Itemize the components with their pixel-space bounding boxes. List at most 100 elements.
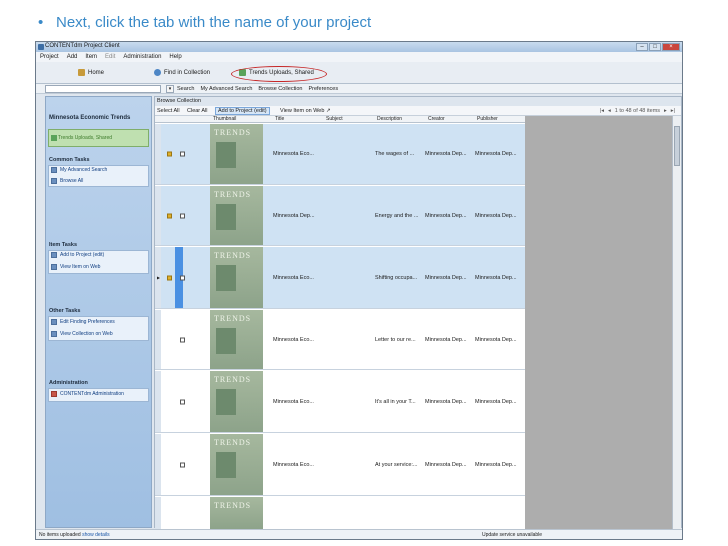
row-marker — [155, 497, 161, 529]
row-checkbox[interactable] — [180, 337, 185, 342]
column-creator[interactable]: Creator — [428, 116, 445, 122]
browse-collection-button[interactable]: Browse Collection — [258, 86, 302, 92]
thumbnail-image[interactable]: TRENDS — [210, 497, 263, 529]
view-item-on-web-button[interactable]: View Item on Web ↗ — [280, 108, 331, 114]
instruction-caption: • Next, click the tab with the name of yo… — [38, 14, 371, 31]
sidebar-item-label: Edit Finding Preferences — [60, 319, 115, 325]
row-checkbox[interactable] — [180, 151, 185, 157]
table-row[interactable]: TRENDS Minnesota Eco... It's all in your… — [155, 371, 525, 433]
column-description[interactable]: Description — [377, 116, 402, 122]
cell-description: Energy and the ... — [375, 212, 419, 219]
table-row[interactable]: TRENDS Minnesota Eco... Letter to our re… — [155, 310, 525, 370]
row-marker — [155, 186, 161, 245]
menu-edit[interactable]: Edit — [105, 54, 115, 60]
sidebar-item-add-to-project[interactable]: Add to Project (edit) — [51, 252, 104, 258]
administration-heading: Administration — [49, 380, 88, 386]
find-icon — [154, 69, 161, 76]
sidebar-item-view-collection-on-web[interactable]: View Collection on Web — [51, 331, 113, 337]
menu-item[interactable]: Item — [85, 54, 97, 60]
table-row[interactable]: TRENDS Minnesota Eco... The wages of ...… — [155, 124, 525, 185]
lock-icon — [167, 275, 172, 280]
sidebar-item-view-item-on-web[interactable]: View Item on Web — [51, 264, 100, 270]
show-details-link[interactable]: show details — [82, 532, 110, 538]
cell-creator: Minnesota Dep... — [425, 151, 467, 157]
grid-header: Thumbnail Title Subject Description Crea… — [155, 116, 525, 123]
select-all-button[interactable]: Select All — [157, 108, 180, 114]
cell-publisher: Minnesota Dep... — [475, 461, 517, 468]
sidebar-project-label: Trends Uploads, Shared — [58, 135, 113, 141]
row-marker — [155, 310, 161, 369]
search-dropdown-button[interactable]: ▾ — [166, 85, 174, 93]
sidebar-item-edit-finding-preferences[interactable]: Edit Finding Preferences — [51, 319, 115, 325]
bullet: • — [38, 14, 44, 31]
thumbnail-image[interactable]: TRENDS — [210, 124, 263, 184]
secondary-toolbar: ▾ Search My Advanced Search Browse Colle… — [36, 84, 682, 94]
row-checkbox[interactable] — [180, 213, 185, 218]
thumbnail-image[interactable]: TRENDS — [210, 434, 263, 495]
row-checkbox[interactable] — [180, 399, 185, 404]
next-page-icon[interactable]: ▸ — [664, 108, 667, 114]
menu-help[interactable]: Help — [169, 54, 181, 60]
preferences-button[interactable]: Preferences — [308, 86, 338, 92]
external-link-icon: ↗ — [325, 108, 331, 114]
thumbnail-text: TRENDS — [214, 251, 252, 260]
sidebar-item-my-advanced-search[interactable]: My Advanced Search — [51, 167, 107, 173]
column-publisher[interactable]: Publisher — [477, 116, 498, 122]
sidebar-item-browse-all[interactable]: Browse All — [51, 178, 83, 184]
search-button[interactable]: Search — [177, 86, 194, 92]
maximize-button[interactable]: □ — [649, 43, 661, 51]
close-button[interactable]: × — [662, 43, 680, 51]
web-icon — [51, 264, 57, 270]
thumbnail-image[interactable]: TRENDS — [210, 310, 263, 369]
thumbnail-picture — [216, 328, 236, 354]
sidebar-item-label: My Advanced Search — [60, 167, 108, 173]
search-input[interactable] — [45, 85, 161, 93]
first-page-icon[interactable]: |◂ — [600, 108, 604, 114]
cell-creator: Minnesota Dep... — [425, 274, 467, 281]
pager-text: 1 to 48 of 48 items — [614, 108, 661, 114]
pager: |◂ ◂ 1 to 48 of 48 items ▸ ▸| — [600, 108, 675, 114]
thumbnail-text: TRENDS — [214, 438, 252, 447]
lock-icon — [167, 151, 172, 157]
menu-project[interactable]: Project — [40, 54, 59, 60]
sidebar-item-label: View Collection on Web — [60, 331, 113, 337]
thumbnail-image[interactable]: TRENDS — [210, 186, 263, 245]
tab-home[interactable]: Home — [78, 69, 104, 76]
column-title[interactable]: Title — [275, 116, 284, 122]
common-tasks-heading: Common Tasks — [49, 157, 90, 163]
cell-title: Minnesota Dep... — [273, 212, 315, 219]
thumbnail-text: TRENDS — [214, 501, 252, 510]
cell-title: Minnesota Eco... — [273, 274, 314, 281]
minimize-button[interactable]: – — [636, 43, 648, 51]
tab-find-in-collection[interactable]: Find in Collection — [154, 69, 210, 76]
table-row[interactable]: TRENDS — [155, 497, 525, 529]
view-item-label: View Item on Web — [280, 108, 325, 114]
thumbnail-image[interactable]: TRENDS — [210, 247, 263, 308]
menu-administration[interactable]: Administration — [123, 54, 161, 60]
vertical-scrollbar[interactable] — [672, 116, 681, 529]
tabs-bar: Home Find in Collection Trends Uploads, … — [36, 62, 682, 84]
thumbnail-image[interactable]: TRENDS — [210, 371, 263, 432]
add-to-project-button[interactable]: Add to Project (edit) — [215, 107, 270, 115]
status-text: No items uploaded — [39, 532, 81, 538]
sidebar-project-item[interactable]: Trends Uploads, Shared — [48, 129, 149, 147]
last-page-icon[interactable]: ▸| — [671, 108, 675, 114]
prev-page-icon[interactable]: ◂ — [608, 108, 611, 114]
column-thumbnail[interactable]: Thumbnail — [213, 116, 236, 122]
row-checkbox[interactable] — [180, 275, 185, 280]
scrollbar-thumb[interactable] — [674, 126, 680, 166]
cell-publisher: Minnesota Dep... — [475, 274, 517, 281]
row-checkbox[interactable] — [180, 462, 185, 467]
my-advanced-search-button[interactable]: My Advanced Search — [200, 86, 252, 92]
table-row[interactable]: TRENDS Minnesota Dep... Energy and the .… — [155, 186, 525, 246]
menu-add[interactable]: Add — [67, 54, 78, 60]
sidebar-item-contentdm-administration[interactable]: CONTENTdm Administration — [51, 391, 124, 397]
preferences-icon — [51, 319, 57, 325]
other-tasks-heading: Other Tasks — [49, 308, 81, 314]
search-icon — [51, 167, 57, 173]
table-row-current[interactable]: ▸ TRENDS Minnesota Eco... Shifting occup… — [155, 247, 525, 309]
web-icon — [51, 331, 57, 337]
clear-all-button[interactable]: Clear All — [187, 108, 207, 114]
table-row[interactable]: TRENDS Minnesota Eco... At your service:… — [155, 434, 525, 496]
column-subject[interactable]: Subject — [326, 116, 343, 122]
